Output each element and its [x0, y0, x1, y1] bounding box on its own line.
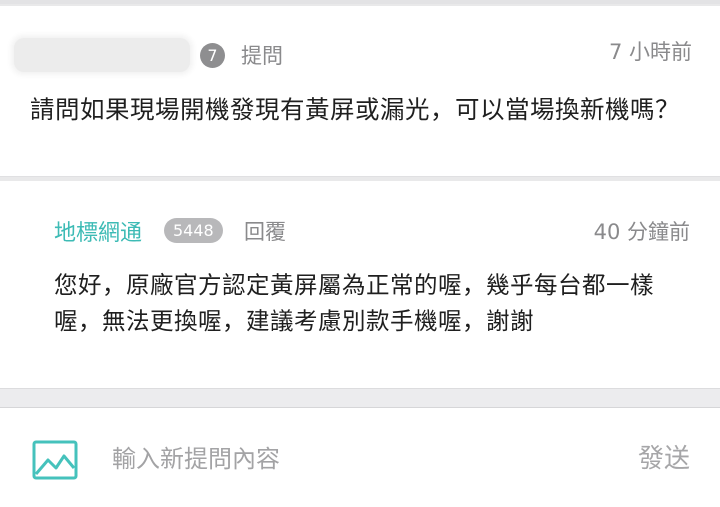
question-text: 請問如果現場開機發現有黃屏或漏光，可以當場換新機嗎？	[30, 95, 680, 124]
answer-timestamp: 40 分鐘前	[593, 220, 690, 244]
user-level-badge: 7	[200, 43, 225, 68]
top-divider	[0, 0, 720, 4]
question-action-label: 提問	[241, 44, 283, 68]
new-question-input[interactable]	[110, 438, 594, 480]
question-timestamp: 7 小時前	[608, 40, 692, 64]
answer-header: 地標網通 5448 回覆 40 分鐘前	[54, 210, 690, 247]
answer-text: 您好，原廠官方認定黃屏屬為正常的喔，幾乎每台都一樣喔，無法更換喔，建議考慮別款手…	[54, 271, 654, 335]
answer-action-label: 回覆	[244, 220, 286, 244]
send-button[interactable]: 發送	[638, 438, 690, 475]
question-header: 7 提問 7 小時前	[14, 36, 692, 72]
answer-card: 地標網通 5448 回覆 40 分鐘前 您好，原廠官方認定黃屏屬為正常的喔，幾乎…	[0, 181, 720, 389]
image-icon[interactable]	[32, 440, 78, 480]
redacted-username	[14, 38, 190, 72]
question-composer: 發送	[0, 407, 720, 507]
answer-author-badge: 5448	[164, 218, 223, 243]
question-card: 7 提問 7 小時前 請問如果現場開機發現有黃屏或漏光，可以當場換新機嗎？	[0, 6, 720, 177]
section-separator	[0, 389, 720, 407]
answer-author-link[interactable]: 地標網通	[54, 215, 142, 247]
